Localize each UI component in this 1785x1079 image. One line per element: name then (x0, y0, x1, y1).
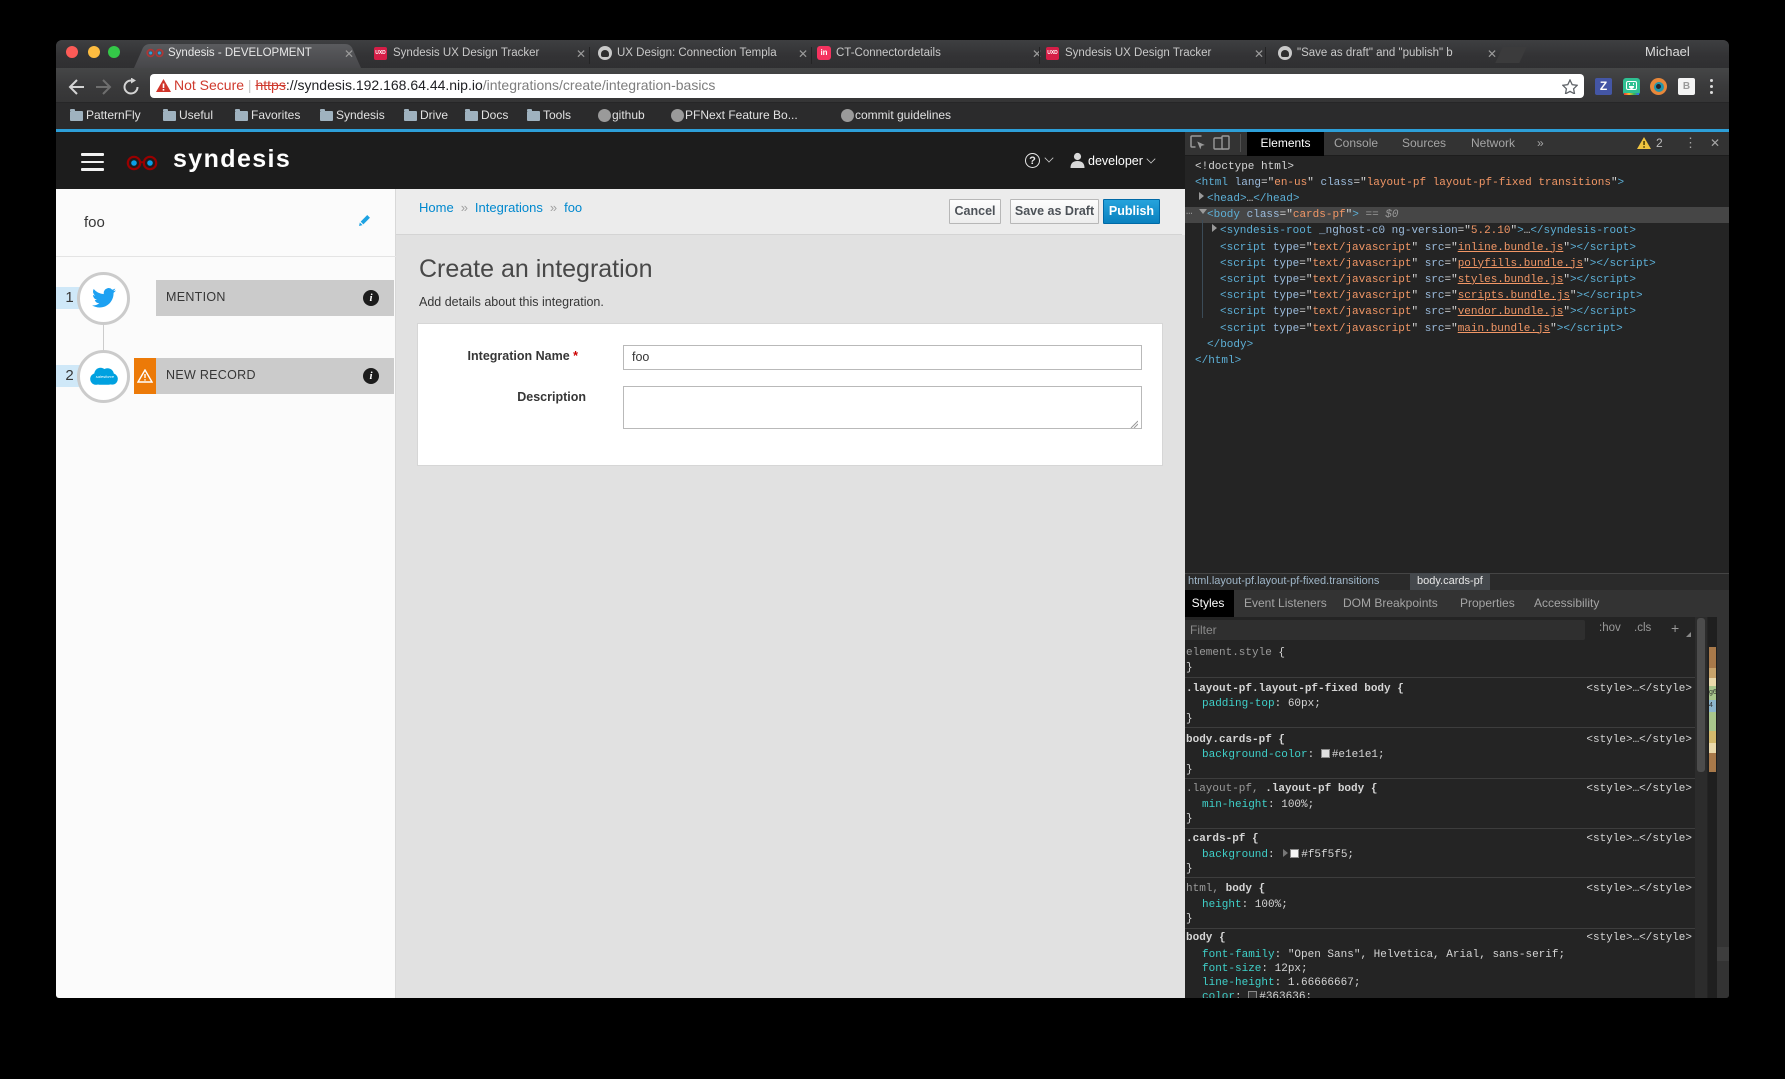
svg-text:salesforce: salesforce (96, 374, 115, 379)
